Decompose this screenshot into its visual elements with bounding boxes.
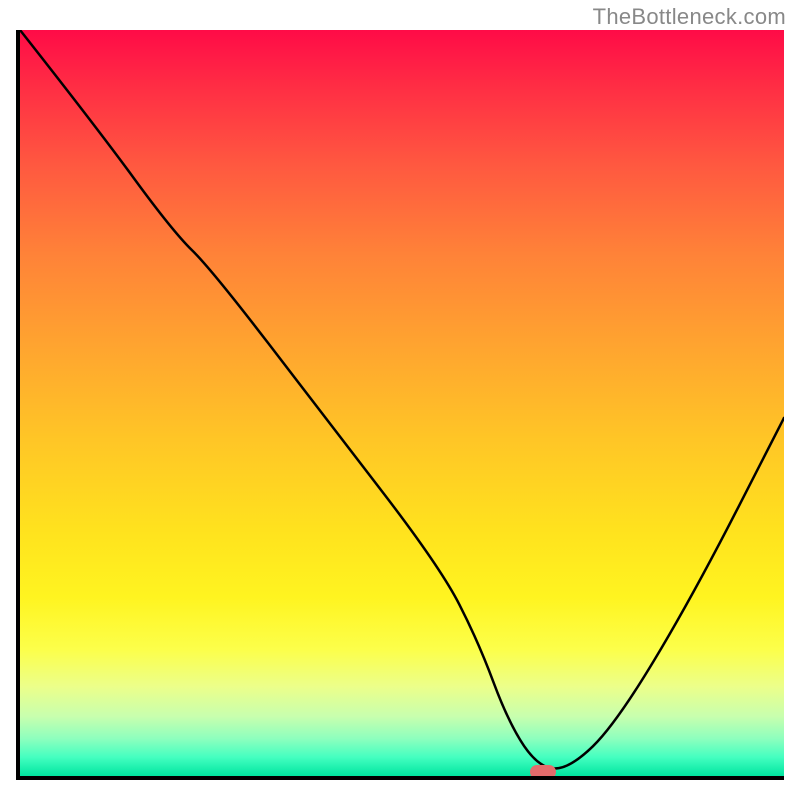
- watermark-text: TheBottleneck.com: [593, 4, 786, 30]
- chart-marker: [530, 765, 556, 779]
- bottleneck-curve: [20, 30, 784, 769]
- chart-plot-area: [16, 30, 784, 780]
- chart-line-svg: [20, 30, 784, 776]
